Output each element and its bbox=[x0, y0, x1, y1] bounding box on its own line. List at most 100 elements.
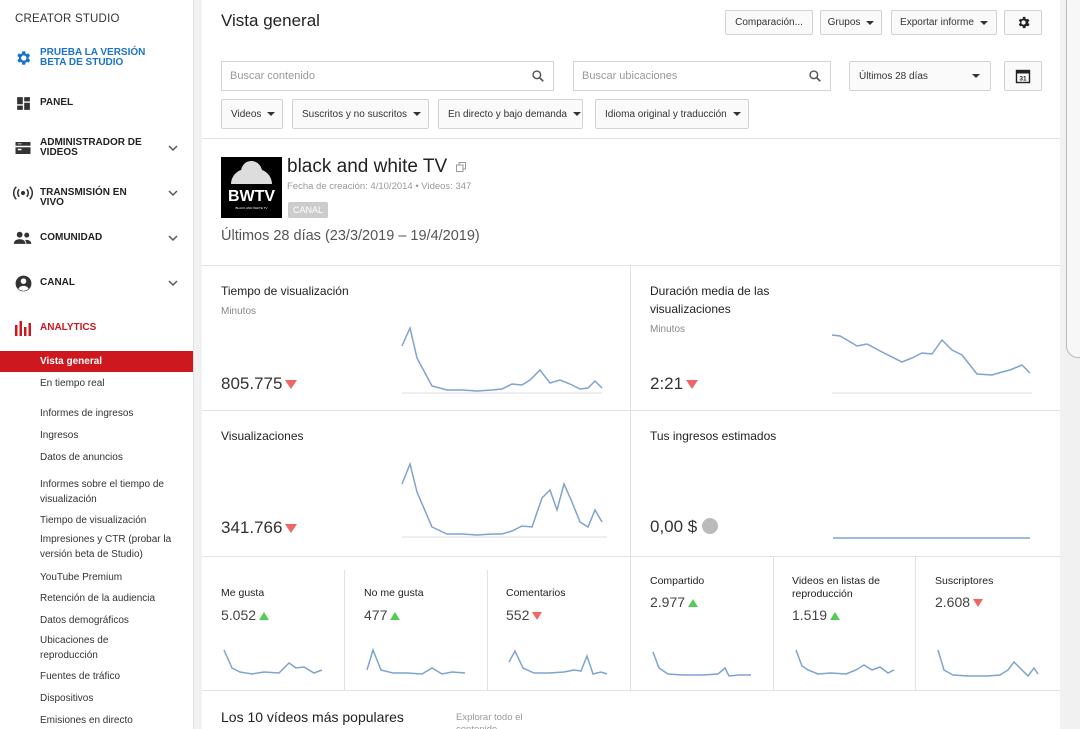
sidebar-item-channel[interactable]: CANAL bbox=[0, 272, 193, 294]
external-link-icon[interactable] bbox=[456, 162, 467, 172]
chevron-down-icon[interactable] bbox=[167, 277, 179, 289]
sidebar-subitem-watchtime-reports[interactable]: Informes sobre el tiempo de visualizació… bbox=[0, 477, 180, 507]
calendar-button[interactable]: 31 bbox=[1004, 61, 1042, 91]
dislikes-number: 477 bbox=[364, 607, 388, 623]
groups-button[interactable]: Grupos bbox=[820, 10, 882, 35]
subscribers-sparkline bbox=[937, 649, 1039, 678]
settings-button[interactable] bbox=[1004, 10, 1042, 35]
playlists-label: Videos en listas de reproducción bbox=[792, 575, 880, 600]
sidebar-subitem-playback-locations[interactable]: Ubicaciones de reproducción bbox=[0, 633, 130, 663]
sidebar-item-live[interactable]: TRANSMISIÓN EN VIVO bbox=[0, 182, 193, 208]
sidebar-subitem-realtime[interactable]: En tiempo real bbox=[0, 376, 193, 391]
dislikes-value: 477 bbox=[364, 607, 401, 623]
sidebar-subitem-revenue-reports[interactable]: Informes de ingresos bbox=[0, 406, 193, 421]
watch-time-title: Tiempo de visualización bbox=[221, 284, 349, 298]
sidebar-item-label: ADMINISTRADOR DE VIDEOS bbox=[40, 137, 142, 158]
filter-language[interactable]: Idioma original y traducción bbox=[595, 99, 749, 129]
analytics-icon bbox=[13, 318, 33, 338]
sidebar-subitem-audience-retention[interactable]: Retención de la audiencia bbox=[0, 591, 193, 606]
subscribers-line bbox=[937, 649, 1039, 678]
sidebar-subitem-live-streams[interactable]: Emisiones en directo bbox=[0, 713, 193, 728]
chevron-down-icon[interactable] bbox=[167, 142, 179, 154]
top-videos-title: Los 10 vídeos más populares bbox=[221, 709, 404, 725]
shares-number: 2.977 bbox=[650, 594, 686, 610]
sidebar-item-video-manager[interactable]: ADMINISTRADOR DE VIDEOS bbox=[0, 136, 193, 160]
search-locations-input[interactable]: Buscar ubicaciones bbox=[573, 61, 831, 91]
logo-text: BWTV bbox=[228, 188, 275, 205]
chevron-down-icon[interactable] bbox=[167, 232, 179, 244]
search-icon[interactable] bbox=[808, 69, 822, 83]
channel-badge: CANAL bbox=[288, 202, 328, 218]
gear-icon bbox=[1018, 16, 1029, 29]
trend-up-icon bbox=[688, 599, 699, 608]
filter-videos-label: Videos bbox=[231, 108, 262, 120]
sidebar-item-community[interactable]: COMUNIDAD bbox=[0, 227, 193, 249]
shares-label: Compartido bbox=[650, 575, 705, 587]
search-icon[interactable] bbox=[531, 69, 545, 83]
account-icon bbox=[13, 273, 33, 293]
sidebar-item-panel[interactable]: PANEL bbox=[0, 92, 193, 114]
channel-name: black and white TV bbox=[287, 156, 448, 177]
chevron-down-icon[interactable] bbox=[167, 187, 179, 199]
date-range-select[interactable]: Últimos 28 días bbox=[849, 61, 991, 91]
shares-sparkline bbox=[652, 651, 751, 677]
dislikes-line bbox=[366, 647, 466, 675]
sidebar-subitem-watch-time[interactable]: Tiempo de visualización bbox=[0, 513, 193, 528]
likes-line bbox=[223, 649, 323, 675]
shares-line bbox=[652, 651, 751, 677]
divider bbox=[344, 570, 345, 690]
sidebar-subitem-devices[interactable]: Dispositivos bbox=[0, 691, 193, 706]
sidebar-subitem-ad-data[interactable]: Datos de anuncios bbox=[0, 450, 193, 465]
watch-time-value: 805.775 bbox=[221, 374, 298, 394]
comments-line bbox=[508, 649, 608, 675]
shares-value: 2.977 bbox=[650, 594, 699, 610]
caret-down-icon bbox=[866, 20, 875, 25]
search-content-input[interactable]: Buscar contenido bbox=[221, 61, 554, 91]
filter-language-label: Idioma original y traducción bbox=[605, 108, 727, 120]
watch-time-unit: Minutos bbox=[221, 306, 257, 317]
sidebar-item-label: ANALYTICS bbox=[40, 322, 97, 333]
video-manager-icon bbox=[13, 138, 33, 158]
people-icon bbox=[13, 228, 33, 248]
sidebar-item-label: TRANSMISIÓN EN VIVO bbox=[40, 187, 127, 208]
trend-up-icon bbox=[830, 612, 841, 621]
date-range-value: Últimos 28 días bbox=[859, 70, 928, 82]
avg-duration-value: 2:21 bbox=[650, 374, 699, 394]
compare-button[interactable]: Comparación... bbox=[725, 10, 813, 35]
sidebar-subitem-revenue[interactable]: Ingresos bbox=[0, 428, 193, 443]
caret-down-icon bbox=[972, 74, 980, 78]
watch-time-number: 805.775 bbox=[221, 374, 283, 393]
caret-down-icon bbox=[572, 112, 581, 116]
divider bbox=[773, 556, 774, 690]
sidebar-subitem-traffic-sources[interactable]: Fuentes de tráfico bbox=[0, 669, 193, 684]
filter-subscribers[interactable]: Suscritos y no suscritos bbox=[292, 99, 429, 129]
explore-all-link[interactable]: Explorar todo el contenido bbox=[456, 712, 556, 729]
channel-name-link[interactable]: black and white TV bbox=[287, 156, 467, 178]
sidebar-subitem-overview[interactable]: Vista general bbox=[0, 351, 193, 372]
main-panel: Vista general Comparación... Grupos Expo… bbox=[202, 0, 1060, 729]
watch-time-line bbox=[401, 325, 603, 392]
divider bbox=[202, 265, 1060, 266]
sidebar-subitem-youtube-premium[interactable]: YouTube Premium bbox=[0, 570, 193, 585]
views-value: 341.766 bbox=[221, 518, 298, 538]
revenue-number: 0,00 $ bbox=[650, 517, 698, 536]
caret-down-icon bbox=[267, 112, 276, 116]
filter-videos[interactable]: Videos bbox=[221, 99, 283, 129]
groups-button-label: Grupos bbox=[827, 17, 861, 28]
creator-studio-brand: CREATOR STUDIO bbox=[15, 13, 120, 25]
caret-down-icon bbox=[979, 20, 988, 25]
playlists-sparkline bbox=[795, 649, 895, 675]
sidebar-subitem-demographics[interactable]: Datos demográficos bbox=[0, 613, 193, 628]
export-report-button[interactable]: Exportar informe bbox=[891, 10, 997, 35]
sidebar-item-analytics[interactable]: ANALYTICS bbox=[0, 317, 193, 339]
broadcast-icon bbox=[13, 183, 33, 203]
sidebar-subitem-impressions-ctr[interactable]: Impresiones y CTR (probar la versión bet… bbox=[0, 532, 178, 562]
divider bbox=[630, 265, 631, 690]
sidebar-item-beta[interactable]: PRUEBA LA VERSIÓN BETA DE STUDIO bbox=[0, 44, 193, 72]
divider bbox=[202, 556, 1060, 557]
filter-live-mode[interactable]: En directo y bajo demanda bbox=[438, 99, 583, 129]
sidebar-item-label: CANAL bbox=[40, 277, 75, 288]
logo-subtext: BLACK AND WHITE TV bbox=[236, 206, 268, 210]
divider bbox=[202, 690, 1060, 691]
subscribers-number: 2.608 bbox=[935, 594, 971, 610]
